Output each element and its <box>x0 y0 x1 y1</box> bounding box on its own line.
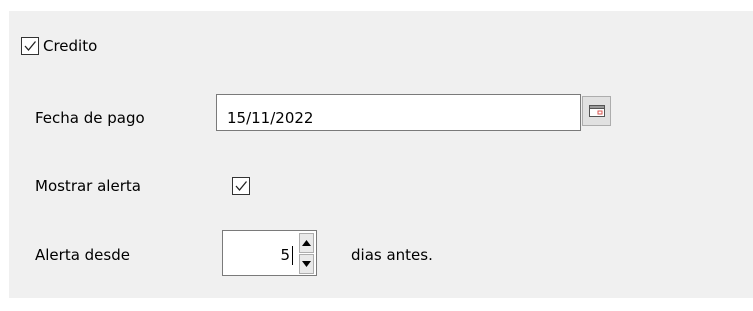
fecha-pago-input[interactable]: 15/11/2022 <box>216 94 581 131</box>
credito-checkbox[interactable] <box>21 37 39 55</box>
text-cursor <box>292 246 293 265</box>
fecha-pago-label: Fecha de pago <box>35 109 145 127</box>
arrow-up-icon <box>302 240 311 246</box>
fecha-pago-value: 15/11/2022 <box>227 109 314 127</box>
checkmark-icon <box>235 181 248 192</box>
dias-antes-label: dias antes. <box>351 246 433 264</box>
mostrar-alerta-checkbox[interactable] <box>232 177 250 195</box>
checkmark-icon <box>24 41 37 52</box>
credito-label[interactable]: Credito <box>43 37 97 55</box>
mostrar-alerta-label: Mostrar alerta <box>35 177 141 195</box>
alerta-desde-spinner[interactable] <box>298 230 317 276</box>
alerta-desde-value: 5 <box>280 246 290 264</box>
arrow-down-icon <box>302 261 311 267</box>
calendar-button[interactable] <box>582 96 611 126</box>
spin-down-button[interactable] <box>299 254 314 274</box>
spin-up-button[interactable] <box>299 233 314 253</box>
alerta-desde-input[interactable]: 5 <box>222 230 299 276</box>
alerta-desde-label: Alerta desde <box>35 246 130 264</box>
calendar-icon <box>589 105 605 117</box>
